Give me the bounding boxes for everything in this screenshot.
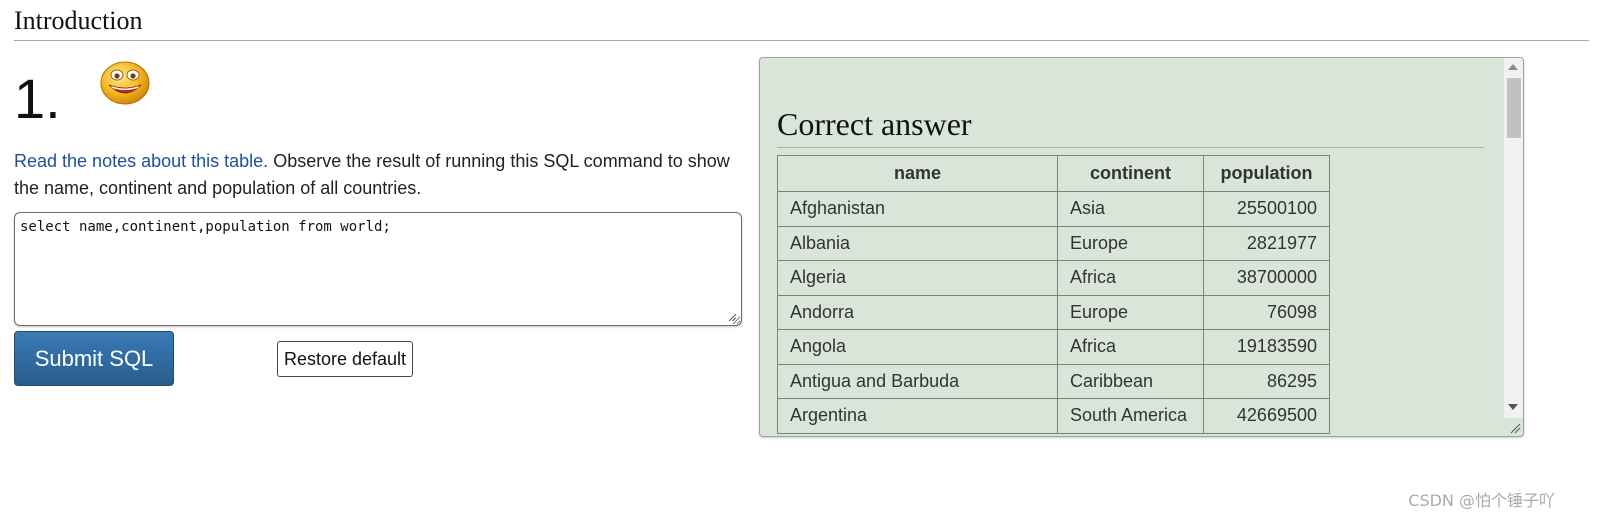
section-divider xyxy=(14,40,1589,41)
sql-editor[interactable]: select name,continent,population from wo… xyxy=(14,212,742,326)
cell-population: 2821977 xyxy=(1203,225,1330,261)
table-row: Algeria Africa 38700000 xyxy=(777,260,1330,296)
cell-continent: Europe xyxy=(1057,225,1204,261)
scroll-down-arrow-icon[interactable] xyxy=(1508,404,1518,410)
restore-default-button[interactable]: Restore default xyxy=(277,341,413,377)
cell-name: Antigua and Barbuda xyxy=(777,363,1058,399)
cell-population: 38700000 xyxy=(1203,260,1330,296)
submit-sql-button[interactable]: Submit SQL xyxy=(14,331,174,386)
smiley-face-icon xyxy=(100,61,150,105)
question-number: 1. xyxy=(14,67,61,130)
cell-continent: Caribbean xyxy=(1057,363,1204,399)
column-header-continent: continent xyxy=(1057,155,1204,192)
resize-grip-icon[interactable] xyxy=(727,312,737,322)
column-header-population: population xyxy=(1203,155,1330,192)
cell-population: 76098 xyxy=(1203,294,1330,330)
table-row: Antigua and Barbuda Caribbean 86295 xyxy=(777,363,1330,399)
question-instructions: Read the notes about this table. Observe… xyxy=(14,148,744,202)
table-row: Andorra Europe 76098 xyxy=(777,294,1330,330)
table-row: Argentina South America 42669500 xyxy=(777,398,1330,434)
table-row: Albania Europe 2821977 xyxy=(777,225,1330,261)
cell-name: Albania xyxy=(777,225,1058,261)
cell-name: Argentina xyxy=(777,398,1058,434)
cell-continent: South America xyxy=(1057,398,1204,434)
answer-scrollbar[interactable] xyxy=(1503,58,1523,418)
section-title: Introduction xyxy=(14,6,143,35)
answer-divider xyxy=(777,147,1484,148)
sql-editor-content[interactable]: select name,continent,population from wo… xyxy=(20,219,391,235)
answer-table: name continent population Afghanistan As… xyxy=(777,155,1330,434)
table-notes-link[interactable]: Read the notes about this table. xyxy=(14,151,268,171)
correct-answer-panel[interactable]: Correct answer name continent population… xyxy=(759,57,1524,437)
panel-resize-grip-icon[interactable] xyxy=(1509,422,1521,434)
column-header-name: name xyxy=(777,155,1058,192)
cell-name: Algeria xyxy=(777,260,1058,296)
cell-continent: Africa xyxy=(1057,329,1204,365)
cell-continent: Europe xyxy=(1057,294,1204,330)
table-row: Afghanistan Asia 25500100 xyxy=(777,191,1330,227)
table-header-row: name continent population xyxy=(777,155,1330,192)
cell-name: Andorra xyxy=(777,294,1058,330)
table-row: Angola Africa 19183590 xyxy=(777,329,1330,365)
correct-answer-title: Correct answer xyxy=(777,106,972,142)
cell-population: 19183590 xyxy=(1203,329,1330,365)
scroll-thumb[interactable] xyxy=(1507,78,1521,138)
cell-population: 42669500 xyxy=(1203,398,1330,434)
cell-continent: Africa xyxy=(1057,260,1204,296)
scroll-up-arrow-icon[interactable] xyxy=(1508,64,1518,70)
watermark: CSDN @怕个锤子吖 xyxy=(1408,491,1555,510)
cell-name: Angola xyxy=(777,329,1058,365)
cell-population: 86295 xyxy=(1203,363,1330,399)
cell-continent: Asia xyxy=(1057,191,1204,227)
cell-population: 25500100 xyxy=(1203,191,1330,227)
cell-name: Afghanistan xyxy=(777,191,1058,227)
